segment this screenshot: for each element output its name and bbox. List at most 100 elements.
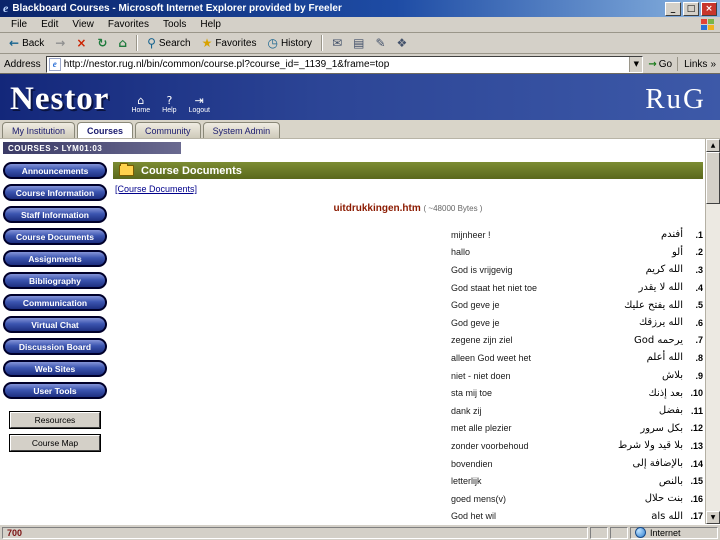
edit-button[interactable]: ✎ xyxy=(370,34,390,53)
zone-label: Internet xyxy=(650,527,681,538)
sidebar-item[interactable]: Announcements xyxy=(3,162,107,179)
arabic-text: الله لا يقدر xyxy=(638,282,683,294)
banner-action-button[interactable]: ⌂ Home xyxy=(131,95,150,115)
history-button[interactable]: ◷ History xyxy=(262,34,317,53)
stop-icon: × xyxy=(76,36,87,50)
sidebar-item[interactable]: Discussion Board xyxy=(3,338,107,355)
sidebar-item[interactable]: Bibliography xyxy=(3,272,107,289)
maximize-button[interactable]: □ xyxy=(683,1,699,16)
menu-item[interactable]: Help xyxy=(193,18,228,31)
print-icon: ▤ xyxy=(353,36,365,50)
sidebar-tool-button[interactable]: Resources xyxy=(10,412,100,428)
arabic-cell: ألو .2 xyxy=(672,247,703,258)
sidebar-tool-button[interactable]: Course Map xyxy=(10,435,100,451)
arabic-cell: بنت حلال .16 xyxy=(645,493,703,504)
status-text: 700 xyxy=(7,527,23,538)
links-button[interactable]: Links » xyxy=(677,57,716,71)
arabic-text: أفندم xyxy=(660,229,683,241)
sidebar-item[interactable]: Virtual Chat xyxy=(3,316,107,333)
menu-item[interactable]: Favorites xyxy=(101,18,156,31)
banner-action-button[interactable]: ? Help xyxy=(162,94,177,115)
sidebar-item[interactable]: Communication xyxy=(3,294,107,311)
sidebar-item[interactable]: Course Information xyxy=(3,184,107,201)
tab-system-admin[interactable]: System Admin xyxy=(202,122,281,138)
address-input[interactable]: e http://nestor.rug.nl/bin/common/course… xyxy=(45,55,644,73)
row-number: .11 xyxy=(690,405,703,416)
minimize-button[interactable]: _ xyxy=(665,1,681,16)
dutch-text: letterlijk xyxy=(451,476,482,487)
home-button[interactable]: ⌂ xyxy=(113,34,132,53)
banner-action-icon: ⇥ xyxy=(194,94,204,107)
refresh-button[interactable]: ↻ xyxy=(92,34,112,53)
sidebar-item[interactable]: Course Documents xyxy=(3,228,107,245)
banner-actions: ⌂ Home ? Help ⇥ Logout xyxy=(131,95,210,115)
phrase-row: bovendien بالإضافة إلى .14 xyxy=(451,455,703,473)
phrase-row: God is vrijgevig الله كريم .3 xyxy=(451,261,703,279)
scroll-thumb[interactable] xyxy=(706,152,720,204)
phrase-row: hallo ألو .2 xyxy=(451,244,703,262)
sidebar-item[interactable]: Web Sites xyxy=(3,360,107,377)
arabic-text: بنت حلال xyxy=(644,493,683,505)
title-bar: e Blackboard Courses - Microsoft Interne… xyxy=(0,0,720,17)
print-button[interactable]: ▤ xyxy=(348,34,369,53)
address-bar: Address e http://nestor.rug.nl/bin/commo… xyxy=(0,55,720,74)
file-size: ( ~48000 Bytes ) xyxy=(423,204,483,213)
discuss-button[interactable]: ❖ xyxy=(392,34,413,53)
sidebar-item[interactable]: Staff Information xyxy=(3,206,107,223)
tab-my-institution[interactable]: My Institution xyxy=(2,122,76,138)
forward-icon: → xyxy=(55,36,66,50)
banner-action-button[interactable]: ⇥ Logout xyxy=(189,94,210,115)
scroll-down-arrow[interactable]: ▼ xyxy=(706,511,720,524)
arabic-cell: بلا قيد ولا شرط .13 xyxy=(618,440,703,451)
menu-item[interactable]: Tools xyxy=(156,18,193,31)
back-button[interactable]: ← Back xyxy=(4,34,49,53)
windows-logo-icon xyxy=(701,18,716,31)
arabic-text: بالإضافة إلى xyxy=(632,458,683,470)
arabic-cell: أفندم .1 xyxy=(661,229,703,240)
arabic-cell: بالإضافة إلى .14 xyxy=(632,458,703,469)
file-link[interactable]: uitdrukkingen.htm xyxy=(334,203,421,214)
address-url: http://nestor.rug.nl/bin/common/course.p… xyxy=(63,58,390,70)
rug-logo: RuG xyxy=(645,83,706,115)
menu-item[interactable]: File xyxy=(4,18,34,31)
mail-icon: ✉ xyxy=(332,36,343,50)
menu-item[interactable]: View xyxy=(65,18,101,31)
arabic-text: الله يرزقك xyxy=(638,317,683,329)
row-number: .3 xyxy=(695,264,703,275)
favorites-button[interactable]: ★ Favorites xyxy=(197,34,262,53)
back-label: Back xyxy=(22,37,45,49)
address-dropdown-arrow[interactable]: ▼ xyxy=(629,56,643,72)
row-number: .9 xyxy=(695,370,703,381)
tab-community[interactable]: Community xyxy=(135,122,201,138)
search-icon: ⚲ xyxy=(147,36,156,50)
menu-item[interactable]: Edit xyxy=(34,18,65,31)
page-icon: e xyxy=(48,57,61,71)
row-number: .6 xyxy=(695,317,703,328)
close-button[interactable]: × xyxy=(701,1,717,16)
status-panel-small xyxy=(590,526,608,539)
arabic-cell: بعد إذنك .10 xyxy=(649,388,703,399)
mail-button[interactable]: ✉ xyxy=(327,34,347,53)
ie-logo-icon: e xyxy=(3,1,9,15)
phrase-row: dank zij بفضل .11 xyxy=(451,402,703,420)
window-controls: _ □ × xyxy=(665,1,717,16)
main-panel: Course Documents [Course Documents] uitd… xyxy=(113,162,703,524)
breadcrumb[interactable]: COURSES > LYM01:03 xyxy=(3,142,181,154)
arabic-cell: الله يفتح عليك .5 xyxy=(624,300,703,311)
banner-action-label: Help xyxy=(162,107,177,114)
go-button[interactable]: → Go xyxy=(648,59,672,70)
edit-icon: ✎ xyxy=(375,36,386,50)
tab-courses[interactable]: Courses xyxy=(77,122,134,138)
search-button[interactable]: ⚲ Search xyxy=(142,34,195,53)
folder-breadcrumb-link[interactable]: [Course Documents] xyxy=(115,184,197,194)
sidebar-item[interactable]: User Tools xyxy=(3,382,107,399)
phrase-row: mijnheer ! أفندم .1 xyxy=(451,226,703,244)
vertical-scrollbar[interactable]: ▲ ▼ xyxy=(705,139,720,524)
arabic-cell: بلاش .9 xyxy=(662,370,703,381)
forward-button[interactable]: → xyxy=(50,34,70,53)
sidebar-item[interactable]: Assignments xyxy=(3,250,107,267)
scroll-up-arrow[interactable]: ▲ xyxy=(706,139,720,152)
banner-action-icon: ? xyxy=(166,94,173,107)
stop-button[interactable]: × xyxy=(71,34,91,53)
status-bar: 700 Internet xyxy=(0,524,720,540)
